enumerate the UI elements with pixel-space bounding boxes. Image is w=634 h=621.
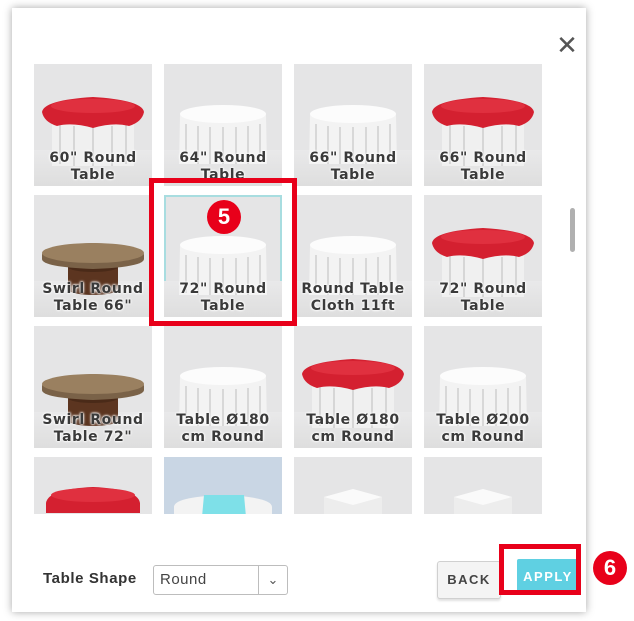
table-tile[interactable]: 72" Round Table — [424, 195, 542, 317]
table-picker-dialog: ✕ 60" Round Table 64" Round Table 66" Roun… — [12, 8, 586, 612]
table-tile[interactable]: Table Ø180 cm Round — [294, 326, 412, 448]
table-tile-label: 72" Round Table — [439, 281, 527, 314]
table-shape-value: Round — [160, 571, 207, 588]
apply-button[interactable]: APPLY — [517, 559, 579, 595]
scrollbar[interactable] — [570, 208, 575, 252]
table-tile-label: 66" Round Table — [439, 150, 527, 183]
table-tile-label: Table Ø180 cm Round — [306, 412, 400, 445]
table-tile[interactable]: Table Ø200 cm Round — [424, 326, 542, 448]
table-thumbnail — [164, 457, 282, 514]
table-tile[interactable]: Table Ø180 cm Round — [164, 326, 282, 448]
table-tile-label: 72" Round Table — [179, 281, 267, 314]
table-tile[interactable]: 64" Round Table — [164, 64, 282, 186]
table-tile-label: 66" Round Table — [309, 150, 397, 183]
table-tile-label: Swirl Round Table 72" — [42, 412, 144, 445]
table-tile[interactable] — [34, 457, 152, 514]
table-tile[interactable]: 66" Round Table — [424, 64, 542, 186]
table-tile-label: Table Ø200 cm Round — [436, 412, 530, 445]
table-tile-label: Table Ø180 cm Round — [176, 412, 270, 445]
table-tile[interactable]: Swirl Round Table 72" — [34, 326, 152, 448]
table-tile[interactable]: Round Table Cloth 11ft — [294, 195, 412, 317]
step6-marker: 6 — [593, 551, 627, 585]
table-tile-label: 60" Round Table — [49, 150, 137, 183]
table-shape-select[interactable]: Round ⌄ — [153, 565, 288, 595]
table-thumbnail — [46, 487, 140, 513]
table-tile[interactable] — [164, 457, 282, 514]
chevron-down-icon[interactable]: ⌄ — [258, 566, 287, 594]
table-shape-label: Table Shape — [43, 570, 137, 587]
table-tile-label: Swirl Round Table 66" — [42, 281, 144, 314]
table-thumbnail — [324, 489, 382, 514]
table-tile-label: Round Table Cloth 11ft — [301, 281, 405, 314]
table-tile[interactable]: Swirl Round Table 66" — [34, 195, 152, 317]
step5-marker: 5 — [207, 200, 241, 234]
table-grid: 60" Round Table 64" Round Table 66" Round … — [34, 64, 554, 514]
table-tile[interactable]: 66" Round Table — [294, 64, 412, 186]
table-thumbnail — [454, 489, 512, 514]
table-tile[interactable]: 60" Round Table — [34, 64, 152, 186]
table-tile[interactable] — [294, 457, 412, 514]
close-icon[interactable]: ✕ — [553, 32, 581, 60]
back-button[interactable]: BACK — [437, 561, 501, 599]
table-tile-label: 64" Round Table — [179, 150, 267, 183]
table-tile[interactable] — [424, 457, 542, 514]
